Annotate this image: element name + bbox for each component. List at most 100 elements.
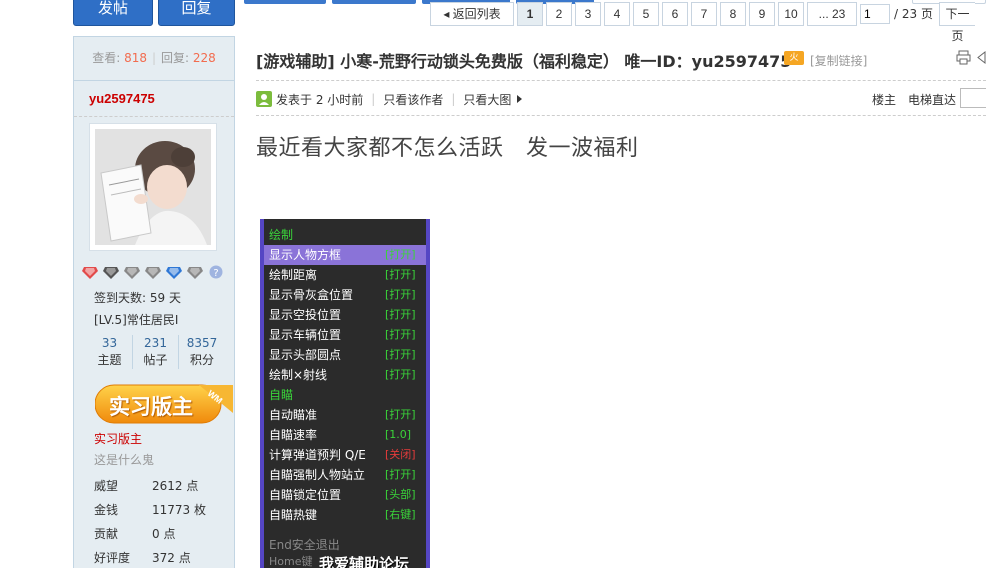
posts-count[interactable]: 231 帖子	[133, 335, 179, 369]
menu-item-status: [右键]	[385, 508, 416, 521]
menu-item-status: [打开]	[385, 348, 416, 361]
hot-icon: 火	[784, 51, 804, 65]
print-icon[interactable]	[956, 50, 971, 65]
page-link[interactable]: 3	[575, 2, 601, 26]
menu-item-status: [头部]	[385, 488, 416, 501]
avatar-illustration	[95, 129, 211, 245]
reply-button[interactable]: 回复	[158, 0, 235, 26]
menu-item-status: [打开]	[385, 288, 416, 301]
menu-item-label: 自瞄速率	[269, 428, 318, 442]
elevator-input[interactable]	[960, 88, 986, 108]
medal-grey-icon[interactable]	[145, 265, 161, 279]
stats-divider: |	[151, 51, 157, 65]
author-prop: 金钱 11773 枚	[74, 498, 234, 522]
top-nav-tab[interactable]	[244, 0, 326, 4]
prop-value: 11773 枚	[152, 503, 206, 517]
menu-item-label: 自瞄热键	[269, 508, 318, 522]
page-link-last[interactable]: ... 23	[807, 2, 857, 26]
author-prop: 好评度 372 点	[74, 546, 234, 568]
menu-item-label: 显示空投位置	[269, 308, 342, 322]
copy-link-button[interactable]: [复制链接]	[810, 52, 867, 69]
post-body-text: 最近看大家都不怎么活跃 发一波福利	[256, 136, 639, 161]
menu-item-status: [打开]	[385, 408, 416, 421]
medal-row: ?	[82, 265, 234, 279]
count-label: 积分	[189, 353, 214, 367]
info-divider: |	[371, 92, 376, 106]
next-page-button[interactable]: 下一页	[938, 2, 975, 43]
menu-item: 自瞄速率 [1.0]	[264, 425, 426, 445]
medal-grey-icon[interactable]	[124, 265, 140, 279]
menu-item-status: [打开]	[385, 248, 416, 261]
avatar[interactable]	[89, 123, 217, 251]
online-status-icon	[256, 91, 272, 107]
count-label: 帖子	[143, 353, 168, 367]
play-arrow-icon	[517, 95, 523, 103]
medal-dark-icon[interactable]	[103, 265, 119, 279]
user-silhouette-icon	[259, 94, 269, 105]
menu-item-status: [打开]	[385, 268, 416, 281]
menu-item-status: [1.0]	[385, 428, 412, 441]
points-count[interactable]: 8357 积分	[179, 335, 225, 369]
menu-item-label: 绘制距离	[269, 268, 318, 282]
author-role[interactable]: 实习版主	[74, 427, 234, 449]
menu-item: 显示头部圆点 [打开]	[264, 345, 426, 365]
page-link[interactable]: 8	[720, 2, 746, 26]
menu-item-label: 自动瞄准	[269, 408, 318, 422]
page-link[interactable]: 5	[633, 2, 659, 26]
author-group: 这是什么鬼	[94, 453, 155, 467]
menu-item-status: [打开]	[385, 308, 416, 321]
page-link[interactable]: 9	[749, 2, 775, 26]
page-link[interactable]: 4	[604, 2, 630, 26]
replies-count: 228	[192, 51, 216, 65]
post-time: 发表于 2 小时前	[276, 92, 364, 107]
author-name[interactable]: yu2597475	[74, 81, 234, 117]
prop-key: 贡献	[94, 527, 119, 541]
user-level[interactable]: [LV.5]常住居民I	[74, 309, 234, 331]
menu-item: 自瞄锁定位置 [头部]	[264, 485, 426, 505]
page-link[interactable]: 1	[517, 2, 543, 26]
previous-thread-icon[interactable]	[976, 50, 986, 65]
top-nav-tab[interactable]	[332, 0, 416, 4]
menu-item: 绘制距离 [打开]	[264, 265, 426, 285]
menu-item-label: 计算弹道预判 Q/E	[269, 448, 366, 462]
menu-footer-exit: End安全退出	[269, 538, 340, 552]
signin-days: 签到天数: 59 天	[94, 291, 181, 305]
topics-count[interactable]: 33 主题	[87, 335, 133, 369]
medal-red-icon[interactable]	[82, 265, 98, 279]
author-only-link[interactable]: 只看该作者	[383, 91, 443, 108]
post-image-cheat-menu[interactable]: 绘制 显示人物方框 [打开] 绘制距离 [打开] 显示骨灰盒位置 [打开] 显示空投位…	[260, 219, 430, 568]
menu-item-label: 显示骨灰盒位置	[269, 288, 354, 302]
menu-item: 计算弹道预判 Q/E [关闭]	[264, 445, 426, 465]
menu-section-header: 绘制	[264, 225, 426, 245]
menu-item-status: [关闭]	[385, 448, 416, 461]
page-total: / 23 页	[894, 7, 933, 21]
page-link[interactable]: 7	[691, 2, 717, 26]
thread-stats: 查看: 818 | 回复: 228	[74, 37, 234, 81]
page-link[interactable]: 6	[662, 2, 688, 26]
page-link[interactable]: 10	[778, 2, 804, 26]
views-label: 查看:	[92, 51, 121, 65]
floor-label: 楼主	[872, 93, 897, 107]
title-divider	[256, 80, 986, 81]
back-to-list-label: 返回列表	[452, 7, 501, 21]
page-link[interactable]: 2	[546, 2, 572, 26]
medal-help-icon[interactable]: ?	[208, 265, 224, 279]
page-jump-input[interactable]	[860, 4, 890, 24]
menu-section-header: 自瞄	[264, 385, 426, 405]
prop-key: 威望	[94, 479, 119, 493]
medal-grey-icon[interactable]	[187, 265, 203, 279]
post-button[interactable]: 发帖	[73, 0, 153, 26]
menu-item: 自瞄强制人物站立 [打开]	[264, 465, 426, 485]
image-watermark: 我爱辅助论坛	[319, 555, 410, 568]
back-to-list-button[interactable]: ◂ 返回列表	[430, 2, 514, 26]
menu-item-label: 绘制×射线	[269, 368, 328, 382]
menu-item-status: [打开]	[385, 468, 416, 481]
menu-item: 显示人物方框 [打开]	[264, 245, 426, 265]
menu-item-label: 自瞄	[269, 388, 294, 402]
big-image-link[interactable]: 只看大图	[463, 91, 511, 108]
menu-item-label: 自瞄锁定位置	[269, 488, 342, 502]
prop-key: 好评度	[94, 551, 131, 565]
reply-button-label: 回复	[181, 0, 212, 17]
menu-item: 绘制×射线 [打开]	[264, 365, 426, 385]
medal-blue-icon[interactable]	[166, 265, 182, 279]
